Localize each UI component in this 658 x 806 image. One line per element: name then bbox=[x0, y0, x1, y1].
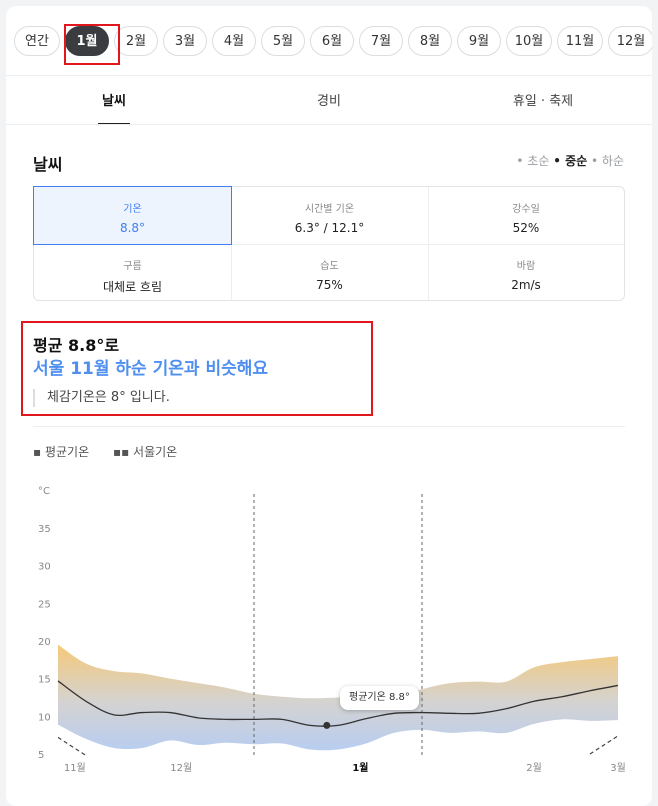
period-early[interactable]: • 초순 bbox=[516, 154, 549, 168]
month-chip[interactable]: 2월 bbox=[114, 26, 158, 56]
summary-average: 평균 8.8°로 bbox=[33, 336, 120, 355]
temperature-chart: 35 30 25 20 15 10 5 °C 11월 12월 1월 2월 3월 bbox=[38, 486, 626, 774]
x-tick-label: 1월 bbox=[352, 762, 368, 774]
stat-value: 6.3° / 12.1° bbox=[294, 221, 365, 235]
y-tick-label: 30 bbox=[38, 562, 51, 573]
divider bbox=[6, 124, 652, 125]
divider bbox=[6, 75, 652, 76]
x-tick-label: 12월 bbox=[170, 762, 192, 774]
stat-cloud[interactable]: 구름 대체로 흐림 bbox=[34, 244, 231, 300]
stat-humidity[interactable]: 습도 75% bbox=[231, 244, 428, 300]
tab-expenses[interactable]: 경비 bbox=[299, 90, 359, 109]
month-chip[interactable]: 9월 bbox=[457, 26, 501, 56]
x-tick-label: 2월 bbox=[526, 762, 542, 774]
period-selector: • 초순 • 중순 • 하순 bbox=[516, 152, 624, 169]
stat-value: 52% bbox=[512, 221, 540, 235]
seoul-temperature-line bbox=[57, 736, 87, 757]
tab-holidays[interactable]: 휴일 · 축제 bbox=[488, 90, 598, 109]
stat-label: 시간별 기온 bbox=[304, 204, 355, 215]
month-chip[interactable]: 5월 bbox=[261, 26, 305, 56]
y-tick-label: 25 bbox=[38, 599, 51, 610]
month-chip[interactable]: 11월 bbox=[557, 26, 603, 56]
month-chip[interactable]: 연간 bbox=[14, 26, 60, 56]
y-tick-label: 10 bbox=[38, 712, 51, 723]
legend-seoul: ▪▪ 서울기온 bbox=[112, 445, 178, 459]
travel-weather-card: 연간 1월 2월 3월 4월 5월 6월 7월 8월 9월 10월 11월 12월 날씨 경비 휴일 ·… bbox=[6, 6, 652, 806]
y-axis-unit: °C bbox=[38, 486, 50, 497]
seoul-temperature-line bbox=[589, 735, 619, 755]
period-mid[interactable]: • 중순 bbox=[553, 154, 587, 168]
tab-weather[interactable]: 날씨 bbox=[84, 90, 144, 109]
legend-average: ▪ 평균기온 bbox=[33, 445, 90, 459]
month-chip[interactable]: 7월 bbox=[359, 26, 403, 56]
stat-value: 8.8° bbox=[119, 221, 146, 235]
divider bbox=[33, 426, 625, 427]
stat-label: 바람 bbox=[516, 261, 536, 272]
x-tick-label: 3월 bbox=[610, 762, 626, 774]
y-tick-label: 15 bbox=[38, 675, 51, 686]
month-chip[interactable]: 10월 bbox=[506, 26, 552, 56]
y-tick-label: 5 bbox=[38, 750, 44, 761]
stat-label: 강수일 bbox=[512, 204, 540, 215]
stat-wind[interactable]: 바람 2m/s bbox=[428, 244, 624, 300]
y-tick-label: 20 bbox=[38, 637, 51, 648]
stat-temperature[interactable]: 기온 8.8° bbox=[33, 186, 232, 245]
month-chip[interactable]: 12월 bbox=[608, 26, 652, 56]
month-chip[interactable]: 4월 bbox=[212, 26, 256, 56]
summary-feels-like: 체감기온은 8° 입니다. bbox=[33, 389, 170, 407]
period-late[interactable]: • 하순 bbox=[591, 154, 624, 168]
summary-comparison: 서울 11월 하순 기온과 비슷해요 bbox=[33, 359, 269, 379]
chart-tooltip: 평균기온 8.8° bbox=[340, 686, 419, 710]
chart-legend: ▪ 평균기온 ▪▪ 서울기온 bbox=[33, 443, 197, 460]
month-chip[interactable]: 8월 bbox=[408, 26, 452, 56]
stat-label: 구름 bbox=[123, 261, 142, 272]
month-chip[interactable]: 3월 bbox=[163, 26, 207, 56]
stat-value: 75% bbox=[316, 278, 343, 292]
highlight-point bbox=[323, 721, 331, 729]
stat-hourly-temp[interactable]: 시간별 기온 6.3° / 12.1° bbox=[231, 187, 428, 244]
stat-value: 2m/s bbox=[511, 278, 541, 292]
x-tick-label: 11월 bbox=[64, 762, 86, 774]
y-tick-label: 35 bbox=[38, 524, 51, 535]
stat-label: 기온 bbox=[123, 204, 142, 215]
stat-label: 습도 bbox=[320, 261, 339, 272]
stat-rain-days[interactable]: 강수일 52% bbox=[428, 187, 624, 244]
month-chip[interactable]: 6월 bbox=[310, 26, 354, 56]
highlight-selected-month bbox=[64, 24, 120, 65]
weather-stats-grid: 기온 8.8° 시간별 기온 6.3° / 12.1° 강수일 52% 구름 대… bbox=[33, 186, 625, 301]
weather-title: 날씨 bbox=[33, 155, 63, 174]
temperature-range-band bbox=[58, 644, 618, 751]
stat-value: 대체로 흐림 bbox=[102, 280, 162, 294]
